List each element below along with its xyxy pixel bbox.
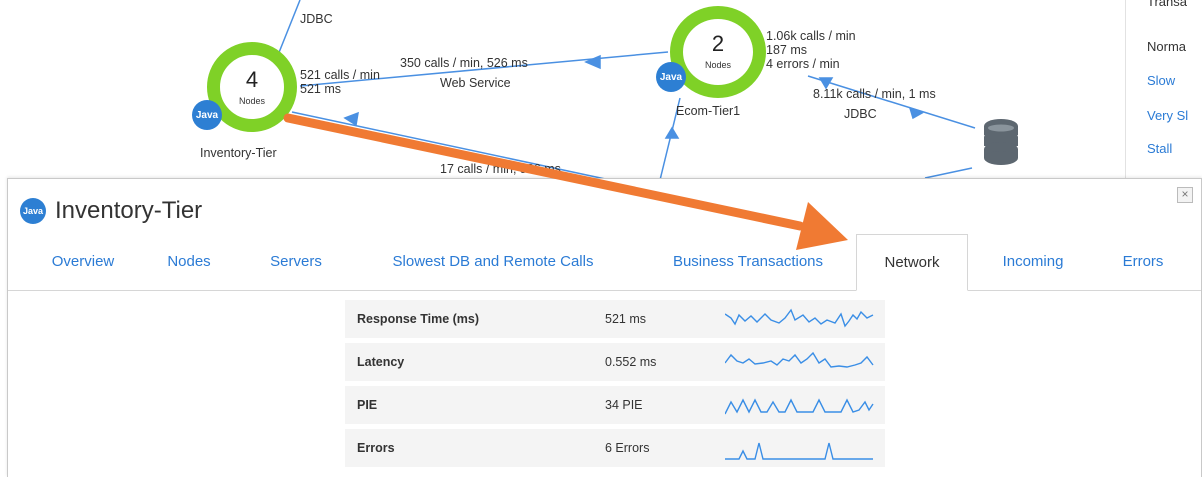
edge-label-jdbc-db: 8.11k calls / min, 1 ms JDBC [813,87,936,121]
edge-label-inventory: 521 calls / min 521 ms [300,68,380,96]
metric-value: 0.552 ms [605,355,657,369]
metric-name: Latency [357,355,405,369]
flow-edges [277,0,1018,181]
edge-arrowhead [664,126,680,139]
java-badge-icon: Java [192,100,222,130]
panel-title: Inventory-Tier [55,197,203,224]
tab-servers[interactable]: Servers [256,234,336,290]
node-name-ecom-tier1[interactable]: Ecom-Tier1 [676,104,740,118]
tab-overview[interactable]: Overview [33,234,133,290]
sparkline-latency[interactable] [725,349,875,375]
metric-name: Response Time (ms) [357,312,480,326]
edge-label-lower: 17 calls / min, 526 ms [440,162,561,176]
tab-business-transactions[interactable]: Business Transactions [648,234,848,290]
sparkline-pie[interactable] [725,392,875,418]
legend-divider [1125,0,1126,185]
java-badge-icon: Java [656,62,686,92]
node-count: 2 [711,31,725,56]
node-count: 4 [245,67,259,92]
legend-very-slow[interactable]: Very Sl [1147,108,1188,123]
network-metrics-table: Response Time (ms) 521 ms Latency 0.552 … [345,300,885,472]
tab-slowest-db-remote-calls[interactable]: Slowest DB and Remote Calls [368,234,618,290]
close-icon[interactable]: × [1177,187,1193,203]
edge-arrowhead [584,54,601,70]
edge-label-jdbc-top: JDBC [300,12,333,26]
tab-bar: Overview Nodes Servers Slowest DB and Re… [8,234,1201,291]
sparkline-response-time[interactable] [725,306,875,332]
edge-line-jdbc-top [277,0,301,56]
legend-transactions: Transa [1147,0,1187,9]
legend-slow[interactable]: Slow [1147,73,1175,88]
metric-value: 34 PIE [605,398,643,412]
legend-stall[interactable]: Stall [1147,141,1172,156]
sparkline-errors[interactable] [725,435,875,461]
flow-map: JDBC 4 Nodes Java Inventory-Tier 2 Nodes… [0,0,1202,200]
tab-errors[interactable]: Errors [1108,234,1178,290]
node-unit-label: Nodes [704,60,731,70]
metric-row: Response Time (ms) 521 ms [345,300,885,338]
panel-header: Java Inventory-Tier [20,197,202,225]
node-unit-label: Nodes [238,96,265,106]
edge-label-webservice: 350 calls / min, 526 ms Web Service [400,56,528,90]
metric-row: PIE 34 PIE [345,386,885,424]
database-icon[interactable] [984,119,1018,165]
tier-detail-panel: × Java Inventory-Tier Overview Nodes Ser… [7,178,1202,477]
java-badge-icon: Java [20,198,46,224]
edge-label-ecom: 1.06k calls / min 187 ms 4 errors / min [766,29,856,71]
metric-row: Latency 0.552 ms [345,343,885,381]
tab-incoming[interactable]: Incoming [988,234,1078,290]
edge-line-db-down [924,167,973,179]
metric-row: Errors 6 Errors [345,429,885,467]
metric-name: Errors [357,441,395,455]
tab-network[interactable]: Network [856,234,968,291]
metric-name: PIE [357,398,378,412]
node-ecom-tier1[interactable]: 2 Nodes [670,6,766,98]
legend-normal[interactable]: Norma [1147,39,1186,54]
node-name-inventory-tier[interactable]: Inventory-Tier [200,146,277,160]
tab-nodes[interactable]: Nodes [154,234,224,290]
metric-value: 6 Errors [605,441,650,455]
metric-value: 521 ms [605,312,646,326]
